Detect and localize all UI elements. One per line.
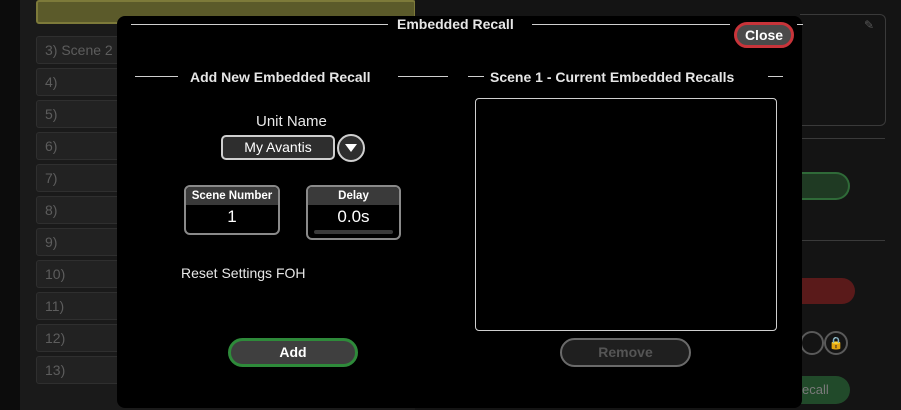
divider	[800, 240, 885, 241]
remove-button[interactable]: Remove	[560, 338, 691, 367]
current-section-title: Scene 1 - Current Embedded Recalls	[490, 69, 735, 85]
divider	[800, 138, 885, 139]
chevron-down-icon	[345, 144, 357, 152]
background-recall-button: ecall	[800, 376, 850, 404]
close-button[interactable]: Close	[734, 22, 794, 48]
add-section-title: Add New Embedded Recall	[190, 69, 371, 85]
unit-name-dropdown-button[interactable]	[337, 134, 365, 162]
delay-label: Delay	[308, 187, 399, 205]
background-green-button	[800, 172, 850, 200]
unit-name-label: Unit Name	[256, 113, 327, 130]
section-rule	[135, 76, 178, 77]
section-rule	[468, 76, 484, 77]
delay-field[interactable]: Delay 0.0s	[306, 185, 401, 240]
scene-number-value: 1	[227, 207, 237, 226]
section-rule	[398, 76, 448, 77]
scene-number-field[interactable]: Scene Number 1	[184, 185, 280, 235]
add-button[interactable]: Add	[228, 338, 358, 367]
dialog-title: Embedded Recall	[397, 16, 514, 32]
title-rule	[532, 24, 730, 25]
delay-slider-track[interactable]	[314, 230, 393, 234]
unit-name-select[interactable]: My Avantis	[221, 135, 335, 160]
title-rule	[797, 24, 803, 25]
pencil-icon: ✎	[864, 18, 875, 32]
scene-number-label: Scene Number	[186, 187, 278, 205]
current-recalls-list[interactable]	[475, 98, 777, 331]
lock-icon: 🔒	[824, 331, 848, 355]
reset-settings-text: Reset Settings FOH	[181, 265, 306, 281]
section-rule	[768, 76, 783, 77]
background-circle-icon	[800, 331, 824, 355]
delay-value: 0.0s	[337, 207, 370, 226]
background-red-button	[800, 278, 855, 304]
title-rule	[131, 24, 388, 25]
